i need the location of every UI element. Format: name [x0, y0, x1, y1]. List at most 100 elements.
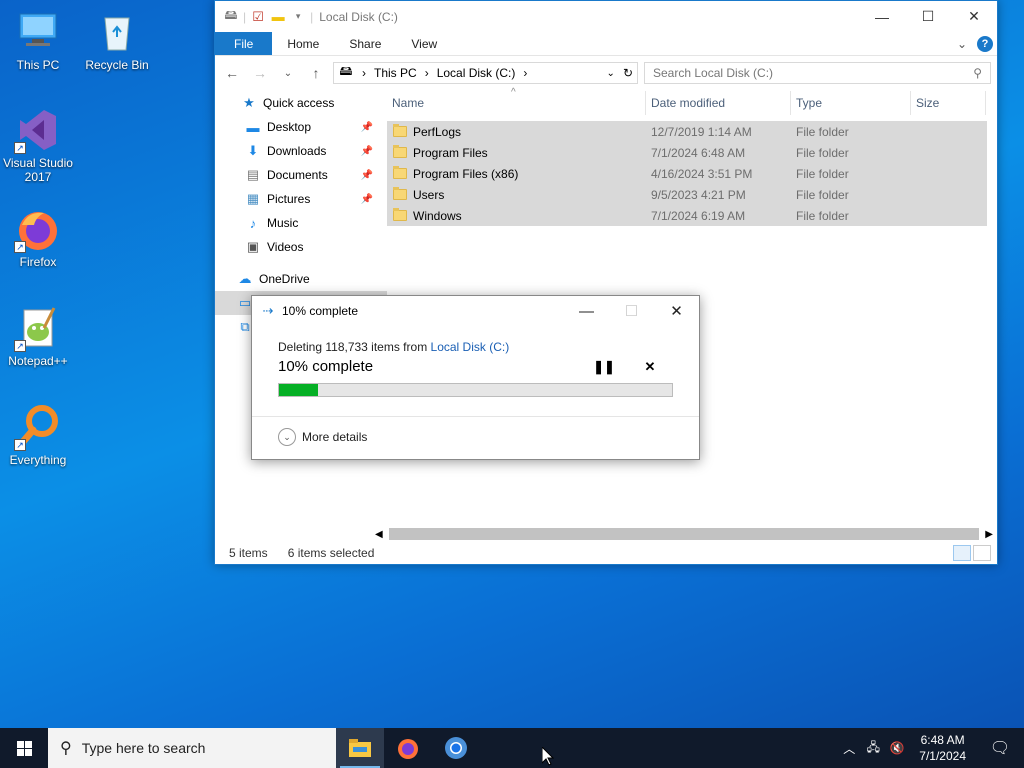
properties-icon[interactable]: ☑ — [250, 9, 266, 25]
desktop-icon-everything[interactable]: ↗ Everything — [0, 403, 76, 467]
desktop-icon-label: This PC — [16, 58, 60, 72]
desktop-icon-recycle-bin[interactable]: Recycle Bin — [79, 8, 155, 72]
table-row[interactable]: Program Files 7/1/2024 6:48 AM File folder — [387, 142, 987, 163]
pin-icon: 📌 — [360, 145, 373, 157]
breadcrumb-this-pc[interactable]: This PC — [374, 66, 417, 80]
notifications-icon[interactable]: 🗨 — [976, 738, 1024, 758]
maximize-button[interactable]: ☐ — [905, 1, 951, 32]
dialog-minimize-button[interactable]: — — [564, 296, 609, 326]
file-date: 12/7/2019 1:14 AM — [651, 124, 752, 139]
breadcrumb-local-disk[interactable]: Local Disk (C:) — [437, 66, 516, 80]
network-icon[interactable]: 🖧 — [861, 738, 885, 759]
scroll-right-icon[interactable]: ▶ — [985, 529, 993, 540]
system-tray: ︿ 🖧 🔇 6:48 AM 7/1/2024 🗨 — [837, 728, 1024, 768]
search-input[interactable]: Search Local Disk (C:) ⚲ — [644, 62, 991, 84]
tab-share[interactable]: Share — [334, 32, 396, 55]
sort-ascending-icon: ^ — [511, 87, 516, 98]
recent-locations-chevron-icon[interactable]: ⌄ — [277, 62, 299, 84]
sidebar-item-pictures[interactable]: ▦ Pictures 📌 — [215, 187, 387, 211]
sidebar-item-desktop[interactable]: ▬ Desktop 📌 — [215, 115, 387, 139]
scroll-left-icon[interactable]: ◀ — [375, 529, 383, 540]
taskbar-search-box[interactable]: ⚲ Type here to search — [48, 728, 336, 768]
clock[interactable]: 6:48 AM 7/1/2024 — [909, 732, 976, 764]
chrome-icon — [445, 737, 467, 759]
tab-file[interactable]: File — [215, 32, 273, 55]
sidebar-item-label: Pictures — [267, 192, 311, 206]
expand-ribbon-chevron-icon[interactable]: ⌄ — [957, 37, 967, 51]
address-separator-icon[interactable]: › — [523, 66, 527, 80]
column-header-date[interactable]: Date modified — [646, 91, 791, 115]
file-type: File folder — [796, 208, 849, 223]
visual-studio-icon: ↗ — [14, 106, 62, 154]
refresh-icon[interactable]: ↻ — [623, 66, 633, 80]
customize-toolbar-chevron-icon[interactable]: ▾ — [290, 9, 306, 25]
large-icons-view-icon[interactable] — [973, 545, 991, 561]
sidebar-item-label: Music — [267, 216, 299, 230]
horizontal-scrollbar[interactable]: ◀ ▶ — [375, 526, 993, 542]
file-name: Windows — [413, 208, 462, 223]
minimize-button[interactable]: — — [859, 1, 905, 32]
sidebar-item-downloads[interactable]: ⬇ Downloads 📌 — [215, 139, 387, 163]
pin-icon: 📌 — [360, 121, 373, 133]
table-row[interactable]: Windows 7/1/2024 6:19 AM File folder — [387, 205, 987, 226]
search-placeholder: Search Local Disk (C:) — [653, 66, 774, 80]
window-title: Local Disk (C:) — [319, 9, 398, 24]
sidebar-item-quick-access[interactable]: ★ Quick access — [215, 91, 387, 115]
up-arrow-icon[interactable]: ↑ — [305, 62, 327, 84]
column-header-size[interactable]: Size — [911, 91, 986, 115]
star-icon: ★ — [243, 95, 255, 110]
source-link[interactable]: Local Disk (C:) — [431, 340, 510, 354]
new-folder-icon[interactable]: ▬ — [270, 9, 286, 25]
details-view-icon[interactable] — [953, 545, 971, 561]
title-bar[interactable]: 🖴 | ☑ ▬ ▾ | Local Disk (C:) — ☐ ✕ — [215, 1, 997, 32]
folder-icon — [393, 208, 407, 221]
table-row[interactable]: Users 9/5/2023 4:21 PM File folder — [387, 184, 987, 205]
volume-muted-icon[interactable]: 🔇 — [885, 741, 909, 755]
desktop-icon-visual-studio[interactable]: ↗ Visual Studio 2017 — [0, 106, 76, 184]
forward-arrow-icon[interactable]: → — [249, 62, 271, 84]
this-pc-icon — [14, 8, 62, 56]
help-icon[interactable]: ? — [977, 35, 993, 52]
taskbar-chrome[interactable] — [432, 728, 480, 768]
sidebar-item-documents[interactable]: ▤ Documents 📌 — [215, 163, 387, 187]
tab-view[interactable]: View — [396, 32, 452, 55]
operation-text: Deleting 118,733 items from — [278, 340, 431, 354]
sidebar-item-videos[interactable]: ▣ Videos — [215, 235, 387, 259]
cancel-button[interactable]: ✕ — [627, 359, 673, 375]
progress-bar — [278, 383, 673, 397]
start-button[interactable] — [0, 728, 48, 768]
scrollbar-thumb[interactable] — [388, 528, 980, 540]
show-hidden-icons-chevron-icon[interactable]: ︿ — [837, 740, 861, 757]
desktop-icon-label: Visual Studio 2017 — [3, 156, 73, 184]
desktop-icon-notepadpp[interactable]: ↗ Notepad++ — [0, 304, 76, 368]
dialog-maximize-button: ☐ — [624, 303, 639, 320]
column-header-type[interactable]: Type — [791, 91, 911, 115]
taskbar-firefox[interactable] — [384, 728, 432, 768]
documents-icon: ▤ — [246, 167, 260, 182]
taskbar-search-placeholder: Type here to search — [81, 740, 206, 756]
sidebar-item-music[interactable]: ♪ Music — [215, 211, 387, 235]
address-separator-icon[interactable]: › — [425, 66, 429, 80]
dialog-title-bar[interactable]: ⇢ 10% complete — ☐ ✕ — [252, 296, 699, 326]
more-details-toggle[interactable]: ⌄ More details — [278, 428, 367, 446]
desktop-icon-firefox[interactable]: ↗ Firefox — [0, 205, 76, 269]
mouse-cursor-icon — [542, 747, 554, 766]
table-row[interactable]: PerfLogs 12/7/2019 1:14 AM File folder — [387, 121, 987, 142]
sidebar-item-onedrive[interactable]: ☁ OneDrive — [215, 267, 387, 291]
back-arrow-icon[interactable]: ← — [221, 62, 243, 84]
file-type: File folder — [796, 124, 849, 139]
address-bar[interactable]: 🖴 › This PC › Local Disk (C:) › ⌄ ↻ — [333, 62, 638, 84]
tab-home[interactable]: Home — [272, 32, 334, 55]
table-row[interactable]: Program Files (x86) 4/16/2024 3:51 PM File… — [387, 163, 987, 184]
address-separator-icon[interactable]: › — [362, 66, 366, 80]
pause-button[interactable]: ❚❚ — [581, 359, 627, 375]
desktop-icon-label: Everything — [9, 453, 67, 467]
desktop-icon-this-pc[interactable]: This PC — [0, 8, 76, 72]
desktop-icon-label: Firefox — [19, 255, 57, 269]
column-header-name[interactable]: Name — [387, 91, 646, 115]
taskbar-file-explorer[interactable] — [336, 728, 384, 768]
address-dropdown-chevron-icon[interactable]: ⌄ — [607, 68, 615, 79]
close-button[interactable]: ✕ — [951, 1, 997, 32]
ribbon-tabs: File Home Share View ⌄ ? — [215, 32, 997, 56]
dialog-close-button[interactable]: ✕ — [654, 296, 699, 326]
